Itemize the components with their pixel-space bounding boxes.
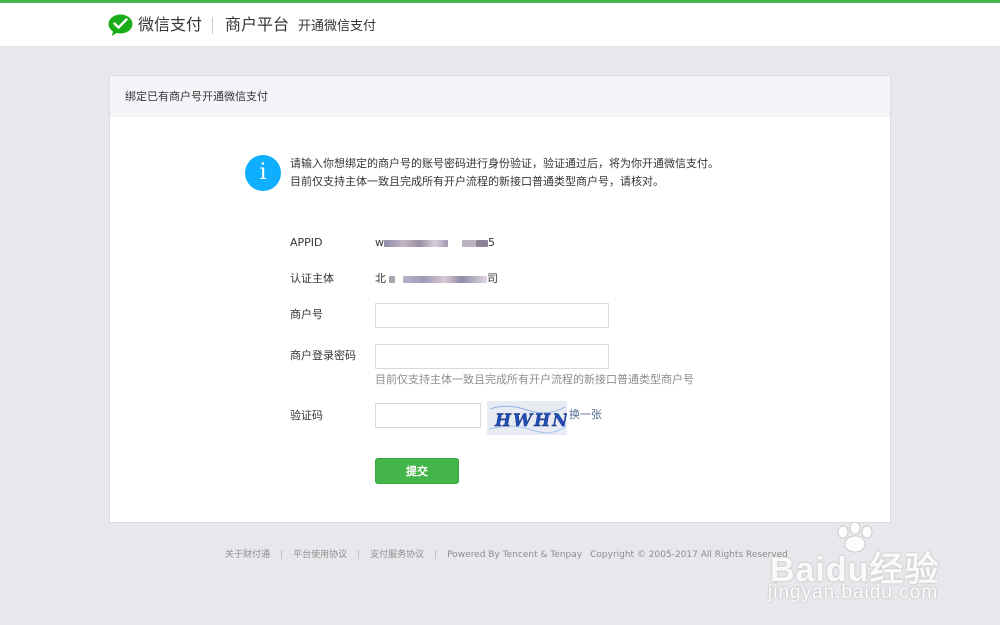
footer-separator: | (280, 550, 284, 560)
entity-label: 认证主体 (290, 272, 334, 285)
footer-powered: Powered By Tencent & Tenpay (447, 550, 583, 560)
captcha-image[interactable]: HWHN (487, 401, 567, 435)
submit-button[interactable]: 提交 (375, 458, 459, 484)
captcha-text: HWHN (494, 411, 567, 431)
password-input[interactable] (375, 344, 609, 369)
card-title: 绑定已有商户号开通微信支付 (125, 90, 268, 103)
merchant-id-label: 商户号 (290, 308, 323, 321)
entity-value: 北司 (375, 271, 498, 287)
footer-link-about[interactable]: 关于财付通 (225, 550, 270, 560)
entity-prefix: 北 (375, 272, 386, 285)
redacted-block (476, 239, 488, 247)
password-hint: 目前仅支持主体一致且完成所有开户流程的新接口普通类型商户号 (375, 373, 694, 386)
appid-suffix: 5 (488, 236, 495, 249)
captcha-input[interactable] (375, 403, 481, 428)
password-label: 商户登录密码 (290, 349, 356, 362)
appid-value: w5 (375, 235, 495, 251)
footer-copyright: Copyright © 2005-2017 All Rights Reserve… (590, 550, 788, 560)
tip-line-2: 目前仅支持主体一致且完成所有开户流程的新接口普通类型商户号，请核对。 (290, 175, 664, 188)
bind-merchant-card: 绑定已有商户号开通微信支付 i 请输入你想绑定的商户号的账号密码进行身份验证，验… (109, 75, 891, 523)
page-subtitle: 开通微信支付 (298, 19, 377, 34)
footer-link-payment-agreement[interactable]: 支付服务协议 (370, 550, 424, 560)
redacted-block (384, 239, 448, 247)
platform-name: 商户平台 (225, 15, 290, 34)
appid-label: APPID (290, 236, 323, 249)
wechat-pay-logo-icon (108, 14, 133, 36)
watermark-url: jingyan.baidu.com (768, 582, 939, 603)
info-icon: i (245, 155, 281, 191)
redacted-block (389, 275, 395, 283)
redacted-block (403, 275, 487, 283)
entity-suffix: 司 (487, 272, 498, 285)
footer-link-platform-agreement[interactable]: 平台使用协议 (293, 550, 347, 560)
redacted-block (462, 239, 476, 247)
refresh-captcha-link[interactable]: 换一张 (569, 407, 602, 423)
footer: 关于财付通 | 平台使用协议 | 支付服务协议 | Powered By Tencent &… (225, 548, 788, 562)
merchant-id-input[interactable] (375, 303, 609, 328)
header-divider (212, 17, 213, 34)
footer-separator: | (434, 550, 438, 560)
footer-separator: | (357, 550, 361, 560)
captcha-label: 验证码 (290, 409, 323, 422)
tip-line-1: 请输入你想绑定的商户号的账号密码进行身份验证，验证通过后，将为你开通微信支付。 (290, 157, 719, 170)
brand-name: 微信支付 (138, 15, 203, 34)
card-header: 绑定已有商户号开通微信支付 (110, 76, 890, 117)
header: 微信支付 商户平台 开通微信支付 (0, 3, 1000, 47)
appid-prefix: w (375, 236, 384, 249)
